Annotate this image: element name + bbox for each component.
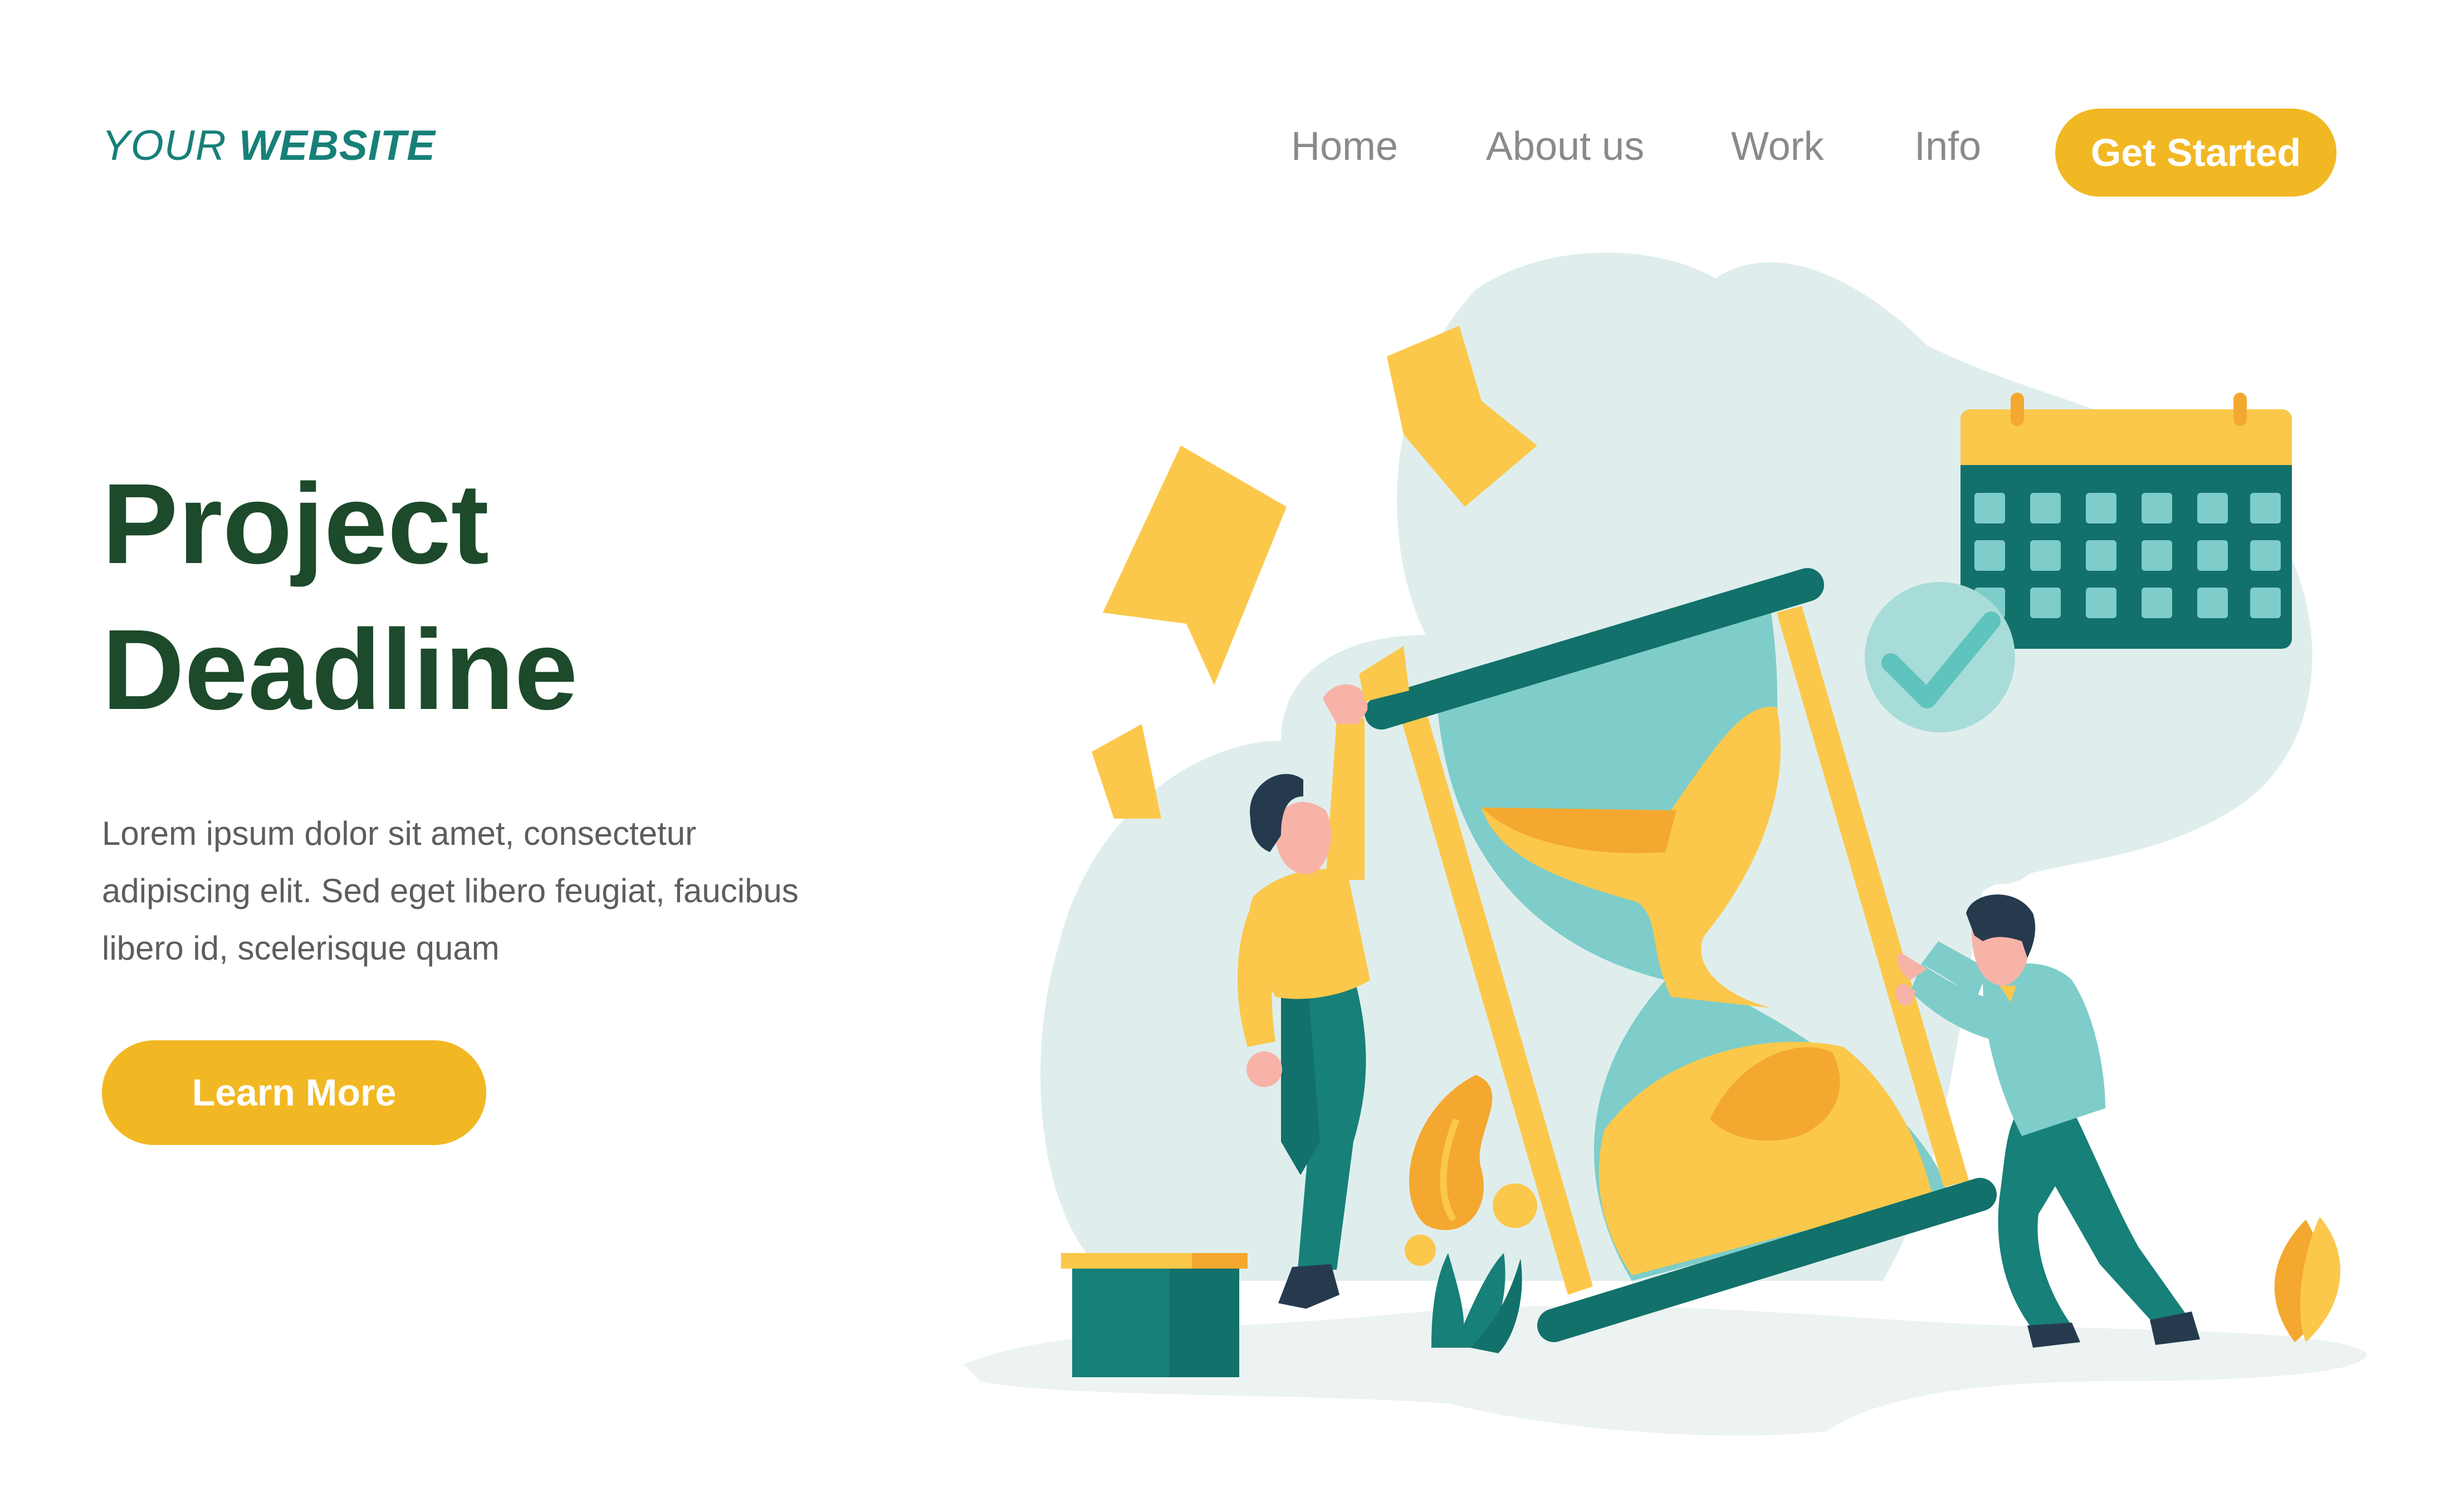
calendar-icon xyxy=(1961,393,2292,649)
checkmark-icon xyxy=(1865,582,2015,732)
leaf-icon xyxy=(2274,1217,2340,1342)
hero-illustration xyxy=(964,252,2367,1436)
box-icon xyxy=(1061,1253,1248,1377)
